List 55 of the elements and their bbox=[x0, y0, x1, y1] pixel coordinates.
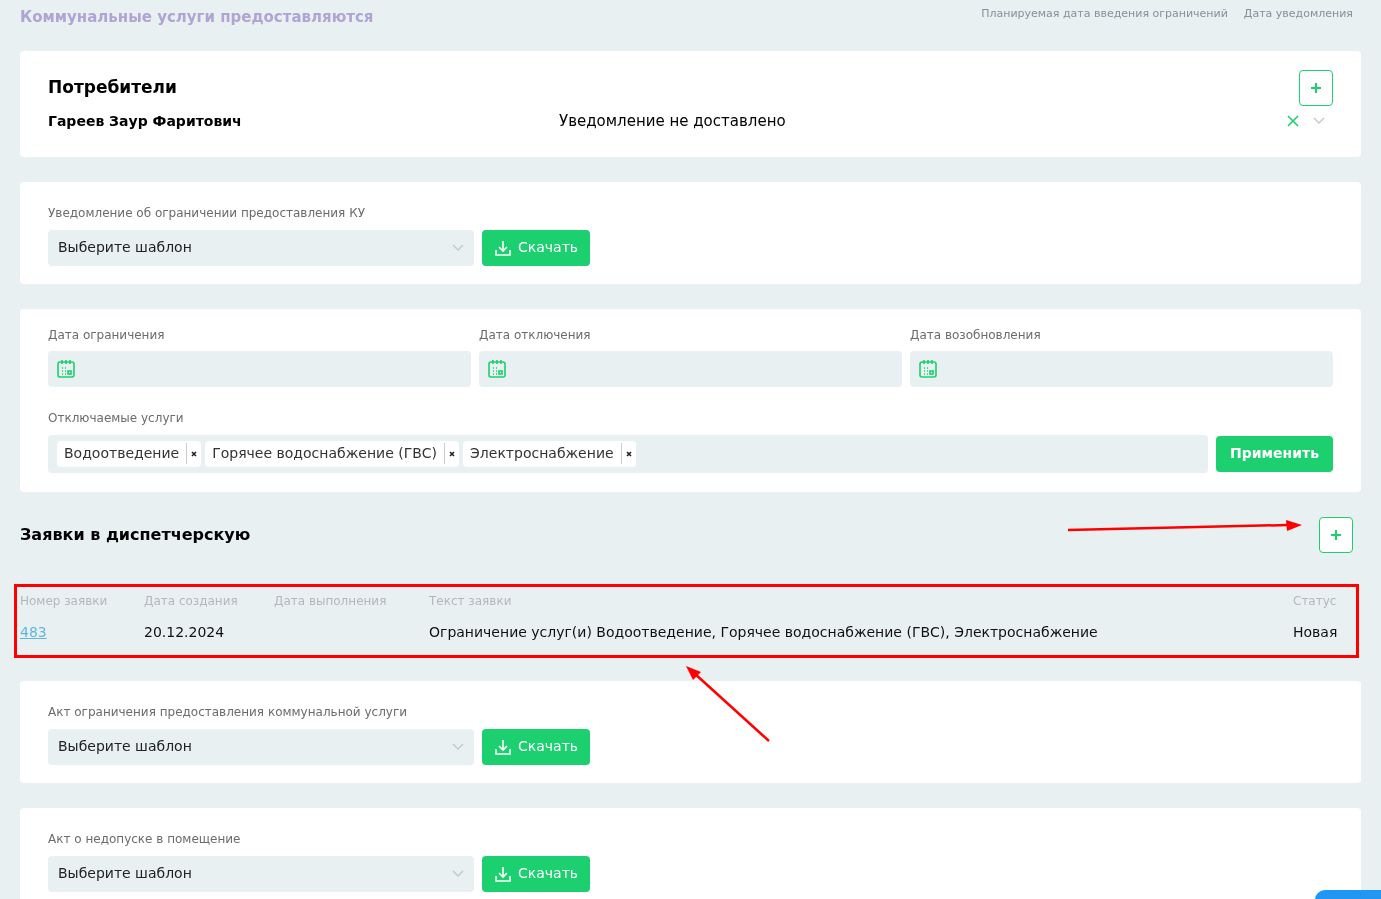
plus-icon bbox=[1330, 528, 1342, 541]
field-label: Акт о недопуске в помещение bbox=[48, 830, 242, 848]
chevron-down-icon bbox=[452, 869, 464, 878]
consumer-status: Уведомление не доставлено bbox=[559, 111, 787, 132]
template-select[interactable]: Выберите шаблон bbox=[48, 229, 474, 266]
services-field[interactable]: Водоотведение Горячее водоснабжение (ГВС) Электроснабжение bbox=[48, 434, 1209, 473]
close-icon[interactable] bbox=[1287, 115, 1299, 128]
select-placeholder: Выберите шаблон bbox=[58, 737, 192, 756]
download-icon bbox=[494, 238, 512, 257]
date-field[interactable] bbox=[910, 350, 1333, 387]
column-header: Планируемая дата введения ограничений bbox=[981, 6, 1228, 22]
download-icon bbox=[494, 864, 512, 883]
tag-label: Электроснабжение bbox=[463, 443, 622, 464]
section-title: Заявки в диспетчерскую bbox=[20, 523, 251, 546]
field-label: Дата отключения bbox=[479, 326, 592, 344]
select-placeholder: Выберите шаблон bbox=[58, 238, 192, 257]
template-select[interactable]: Выберите шаблон bbox=[48, 855, 474, 892]
date-field[interactable] bbox=[479, 350, 902, 387]
table-cell: Ограничение услуг(и) Водоотведение, Горячее водоснабжение (ГВС), Электроснабжение bbox=[429, 623, 1098, 640]
plus-icon bbox=[1310, 82, 1322, 94]
consumer-name: Гареев Заур Фаритович bbox=[48, 111, 243, 131]
add-button[interactable] bbox=[1319, 516, 1353, 553]
download-icon bbox=[494, 737, 512, 756]
download-button[interactable]: Скачать bbox=[482, 229, 591, 266]
chevron-down-icon bbox=[452, 243, 464, 252]
calendar-icon bbox=[56, 358, 76, 379]
page-title: Коммунальные услуги предоставляются bbox=[20, 7, 374, 28]
table-cell: Новая bbox=[1293, 623, 1338, 640]
download-button[interactable]: Скачать bbox=[482, 728, 591, 765]
field-label: Отключаемые услуги bbox=[48, 409, 185, 427]
field-label: Акт ограничения предоставления коммунальной услуги bbox=[48, 703, 408, 721]
select-placeholder: Выберите шаблон bbox=[58, 864, 192, 883]
field-label: Дата ограничения bbox=[48, 326, 166, 344]
column-header: Текст заявки bbox=[429, 592, 513, 610]
section-title: Потребители bbox=[48, 76, 177, 100]
table-cell: 20.12.2024 bbox=[144, 623, 225, 640]
template-select[interactable]: Выберите шаблон bbox=[48, 728, 474, 765]
tag-label: Горячее водоснабжение (ГВС) bbox=[205, 443, 446, 464]
column-header: Дата создания bbox=[144, 592, 239, 610]
tag-label: Водоотведение bbox=[57, 443, 188, 464]
field-label: Дата возобновления bbox=[910, 326, 1042, 344]
calendar-icon bbox=[487, 358, 507, 379]
chevron-down-icon bbox=[452, 742, 464, 751]
date-field[interactable] bbox=[48, 350, 471, 387]
calendar-icon bbox=[918, 358, 938, 379]
request-link[interactable]: 483 bbox=[20, 623, 47, 640]
add-button[interactable] bbox=[1299, 70, 1333, 106]
apply-button[interactable]: Применить bbox=[1216, 435, 1333, 472]
download-button[interactable]: Скачать bbox=[482, 855, 591, 892]
chevron-down-icon[interactable] bbox=[1313, 117, 1325, 126]
column-header: Дата выполнения bbox=[274, 592, 388, 610]
column-header: Номер заявки bbox=[20, 592, 109, 610]
field-label: Уведомление об ограничении предоставления КУ bbox=[48, 204, 366, 222]
column-header: Дата уведомления bbox=[1243, 6, 1353, 22]
column-header: Статус bbox=[1293, 592, 1338, 610]
